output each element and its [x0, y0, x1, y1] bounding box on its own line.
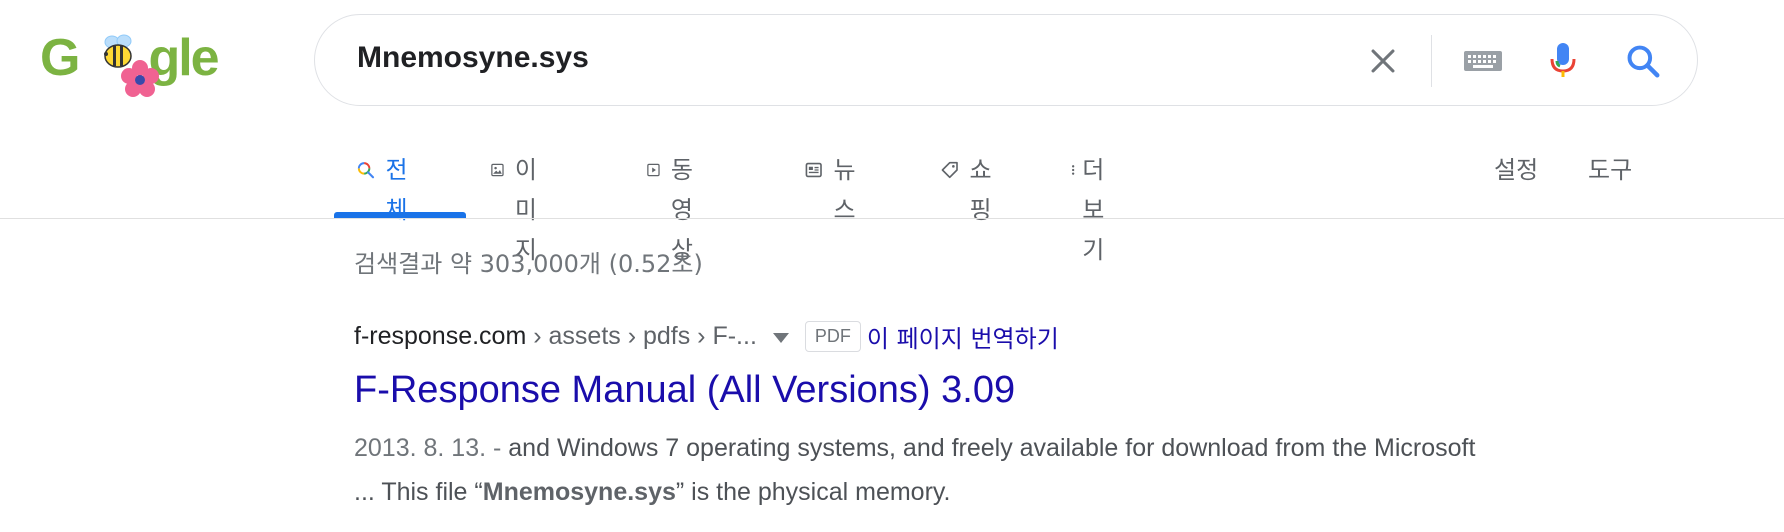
search-result: f-response.com › assets › pdfs › F-... P…	[354, 316, 1554, 514]
tab-shopping[interactable]: 쇼핑	[940, 150, 1000, 224]
logo-letter-g: G	[40, 29, 80, 87]
more-vertical-icon	[1071, 165, 1075, 175]
tab-label: 더보기	[1082, 156, 1105, 264]
result-stats: 검색결과 약 303,000개 (0.52초)	[354, 250, 703, 278]
flower-icon	[121, 60, 159, 97]
translate-page-link[interactable]: 이 페이지 번역하기	[867, 319, 1059, 354]
news-icon	[805, 162, 822, 178]
tools-link[interactable]: 도구	[1588, 150, 1632, 190]
result-path: › assets › pdfs › F-...	[526, 321, 757, 350]
keyboard-button[interactable]	[1457, 35, 1509, 87]
close-icon	[1371, 49, 1395, 73]
google-doodle-logo[interactable]: Ggle	[40, 26, 230, 98]
search-submit-button[interactable]	[1617, 35, 1669, 87]
settings-link[interactable]: 설정	[1494, 150, 1538, 190]
result-citation-row: f-response.com › assets › pdfs › F-... P…	[354, 316, 1554, 356]
voice-search-button[interactable]	[1537, 35, 1589, 87]
search-icon	[1627, 45, 1660, 78]
tabs-divider	[0, 218, 1784, 219]
tab-more[interactable]: 더보기	[1070, 150, 1112, 264]
snippet-line-1: and Windows 7 operating systems, and fre…	[508, 434, 1476, 462]
tab-news[interactable]: 뉴스	[804, 150, 864, 224]
snippet-highlight: Mnemosyne.sys	[482, 478, 676, 506]
result-menu-arrow-icon[interactable]	[772, 333, 789, 343]
result-site: f-response.com	[354, 321, 527, 350]
microphone-icon	[1550, 43, 1576, 77]
snippet-line-2-post: ” is the physical memory.	[675, 478, 951, 506]
tag-icon	[941, 161, 958, 179]
result-url[interactable]: f-response.com › assets › pdfs › F-...	[354, 322, 757, 351]
tab-all[interactable]: 전체	[356, 150, 416, 224]
search-multicolor-icon	[357, 162, 375, 179]
snippet-line-2-pre: ... This file “	[354, 478, 483, 506]
search-divider	[1431, 35, 1432, 87]
tab-images[interactable]: 이미지	[490, 150, 550, 264]
image-icon	[491, 163, 504, 177]
result-title-link[interactable]: F-Response Manual (All Versions) 3.09	[354, 366, 1554, 414]
tab-videos[interactable]: 동영상	[646, 150, 706, 264]
pdf-badge: PDF	[804, 320, 861, 352]
clear-search-button[interactable]	[1357, 35, 1409, 87]
keyboard-icon	[1464, 51, 1502, 71]
result-date: 2013. 8. 13. -	[354, 434, 509, 462]
search-input[interactable]: Mnemosyne.sys	[357, 41, 589, 75]
play-icon	[647, 163, 660, 177]
search-bar[interactable]: Mnemosyne.sys	[314, 14, 1698, 106]
result-snippet: 2013. 8. 13. - and Windows 7 operating s…	[354, 426, 1574, 514]
